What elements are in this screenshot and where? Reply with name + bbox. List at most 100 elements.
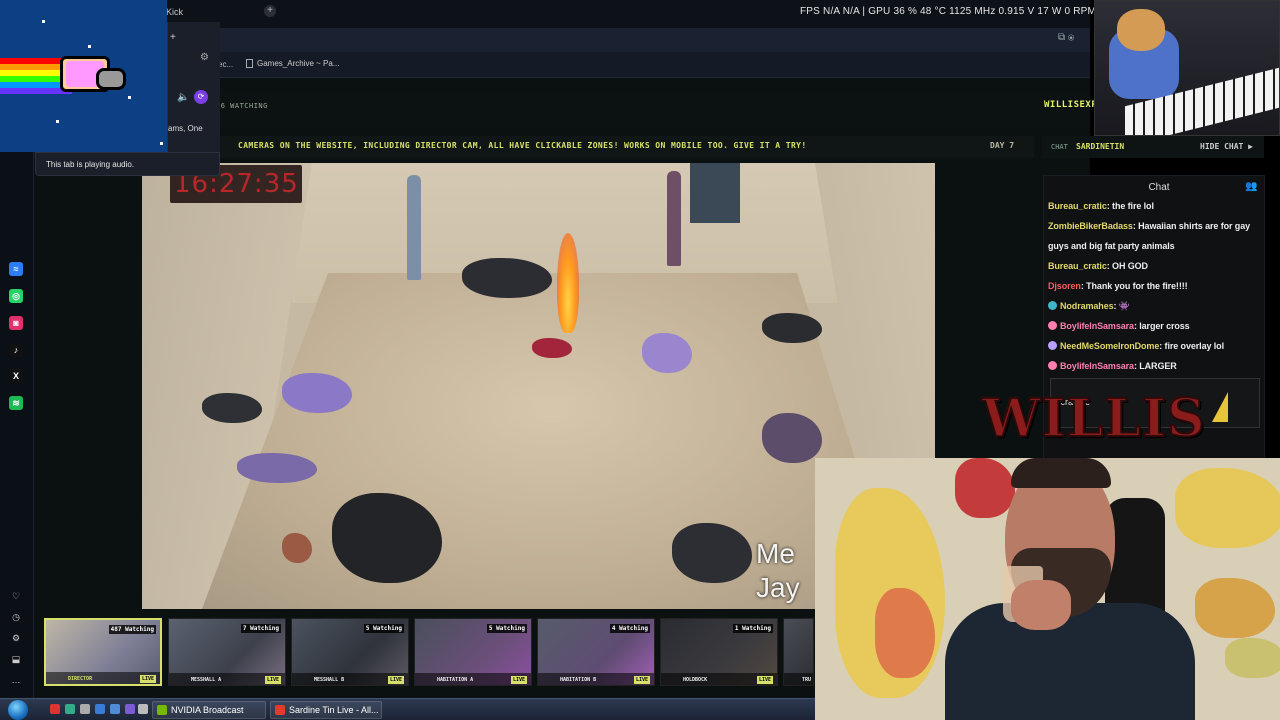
trash-bag	[202, 393, 262, 423]
chat-username[interactable]: BoylifeInSamsara	[1060, 321, 1134, 331]
chat-title: Chat	[1148, 182, 1170, 193]
day-counter: DAY 7	[990, 141, 1015, 150]
star-icon	[128, 96, 131, 99]
chat-message: Bureau_cratic: the fire lol	[1048, 196, 1260, 216]
chat-badge-icon	[1048, 301, 1057, 310]
thumbnail-name: TRU	[802, 677, 812, 683]
live-badge: LIVE	[139, 675, 156, 683]
start-button[interactable]	[8, 700, 28, 720]
hide-chat-button[interactable]: HIDE CHAT ▶	[1200, 142, 1253, 151]
chat-username[interactable]: SARDINETIN	[1076, 142, 1124, 151]
taskbar-app-icon[interactable]	[80, 704, 90, 714]
streamer-hand	[1011, 580, 1071, 630]
thumbnail-director[interactable]: 487 Watching DIRECTOR LIVE	[44, 618, 162, 686]
taskbar-nvidia-broadcast[interactable]: NVIDIA Broadcast	[152, 701, 266, 719]
announcement-text: CAMERAS ON THE WEBSITE, INCLUDING DIRECT…	[238, 141, 807, 150]
thumbnail-name: MESSHALL B	[314, 677, 345, 683]
chat-username[interactable]: Bureau_cratic	[1048, 201, 1107, 211]
person-figure	[407, 175, 421, 280]
thumbnail-watching: 5 Watching	[486, 624, 527, 633]
chat-text: Thank you for the fire!!!!	[1086, 281, 1188, 291]
gpu-stats-overlay: FPS N/A N/A | GPU 36 % 48 °C 1125 MHz 0.…	[800, 6, 1097, 17]
browser-icon	[275, 705, 285, 715]
taskbar-app-icon[interactable]	[50, 704, 60, 714]
map-continent	[1175, 468, 1280, 548]
tiktok-icon[interactable]: ♪	[9, 343, 23, 357]
address-bar-icons[interactable]: ⧉ ⦿	[1058, 32, 1074, 43]
taskbar-app-icon[interactable]	[125, 704, 135, 714]
willis-logo: WILLIS	[981, 387, 1206, 450]
thumbnail-partial[interactable]: TRU	[783, 618, 814, 686]
x-icon[interactable]: X	[9, 369, 23, 383]
thumbnail-name: HOLDBOCK	[683, 677, 708, 683]
trash-bag	[462, 258, 552, 298]
tab-hover-text: ams, One	[168, 124, 203, 133]
tab-preview-nyan-cat	[0, 0, 167, 152]
map-continent	[1225, 638, 1280, 678]
viewer-count: 16 WATCHING	[216, 102, 268, 110]
purple-fabric	[282, 373, 352, 413]
tab-label-partial[interactable]: Kick	[166, 7, 183, 17]
thumbnail-messhall-a[interactable]: 7 Watching MESSHALL A LIVE	[168, 618, 286, 686]
settings-icon[interactable]: ⚙	[9, 631, 23, 645]
chat-users-icon[interactable]: 👥	[1245, 181, 1257, 192]
plus-icon[interactable]: +	[170, 32, 176, 43]
thumbnail-habitation-b[interactable]: 4 Watching HABITATION B LIVE	[537, 618, 655, 686]
chat-username[interactable]: ZombieBikerBadass	[1048, 221, 1133, 231]
overlay-line: Me	[756, 538, 795, 569]
bookmark-item[interactable]: ec...	[218, 60, 233, 69]
chat-text: OH GOD	[1112, 261, 1148, 271]
chat-username[interactable]: NeedMeSomeIronDome	[1060, 341, 1159, 351]
more-icon[interactable]: …	[9, 673, 23, 687]
taskbar-app-icon[interactable]	[65, 704, 75, 714]
live-badge: LIVE	[264, 676, 281, 684]
star-icon	[56, 120, 59, 123]
chat-text: 👾	[1118, 301, 1130, 311]
chat-username[interactable]: Bureau_cratic	[1048, 261, 1107, 271]
chat-message: Nodramahes: 👾	[1048, 296, 1260, 316]
chat-message: NeedMeSomeIronDome: fire overlay lol	[1048, 336, 1260, 356]
messenger-icon[interactable]: ≈	[9, 262, 23, 276]
fire	[557, 233, 579, 333]
history-icon[interactable]: ◷	[9, 610, 23, 624]
chat-text: LARGER	[1139, 361, 1177, 371]
chat-username[interactable]: Djsoren	[1048, 281, 1081, 291]
chat-header-label: CHAT	[1051, 143, 1068, 151]
gear-icon[interactable]: ⚙	[200, 52, 209, 63]
document-icon	[246, 59, 253, 68]
bookmark-games-archive[interactable]: Games_Archive ~ Pa...	[246, 59, 339, 68]
taskbar-app-icon[interactable]	[138, 704, 148, 714]
person-figure	[667, 171, 681, 266]
taskbar-sardine-tin-live[interactable]: Sardine Tin Live - All...	[270, 701, 382, 719]
red-fabric	[532, 338, 572, 358]
bookmark-label: Games_Archive ~ Pa...	[257, 59, 340, 68]
thumbnail-name: MESSHALL A	[191, 677, 222, 683]
new-tab-button[interactable]: +	[264, 5, 276, 17]
thumbnail-name: HABITATION A	[437, 677, 474, 683]
star-icon	[88, 45, 91, 48]
cast-icon[interactable]: ⟳	[194, 90, 208, 104]
thumbnail-messhall-b[interactable]: 5 Watching MESSHALL B LIVE	[291, 618, 409, 686]
chat-message: ZombieBikerBadass: Hawaiian shirts are f…	[1048, 216, 1260, 256]
heart-icon[interactable]: ♡	[9, 589, 23, 603]
chat-text: larger cross	[1139, 321, 1190, 331]
site-logo[interactable]: WILLISEXP	[1044, 100, 1097, 110]
speaker-icon[interactable]: 🔈	[177, 92, 189, 103]
instagram-icon[interactable]: ◙	[9, 316, 23, 330]
whatsapp-icon[interactable]: ◎	[9, 289, 23, 303]
thumbnail-watching: 7 Watching	[240, 624, 281, 633]
streamer-body	[945, 603, 1195, 720]
camera-thumbnails: 487 Watching DIRECTOR LIVE 7 Watching ME…	[44, 618, 814, 690]
chat-badge-icon	[1048, 321, 1057, 330]
chat-username[interactable]: BoylifeInSamsara	[1060, 361, 1134, 371]
thumbnail-holdbock[interactable]: 1 Watching HOLDBOCK LIVE	[660, 618, 778, 686]
spotify-icon[interactable]: ≋	[9, 396, 23, 410]
taskbar-app-icon[interactable]	[110, 704, 120, 714]
extensions-icon[interactable]: ⬓	[9, 652, 23, 666]
chat-username[interactable]: Nodramahes	[1060, 301, 1114, 311]
nyan-cat-head	[96, 68, 126, 90]
thumbnail-habitation-a[interactable]: 5 Watching HABITATION A LIVE	[414, 618, 532, 686]
taskbar-task-label: NVIDIA Broadcast	[171, 705, 244, 715]
taskbar-app-icon[interactable]	[95, 704, 105, 714]
cat-head	[1117, 9, 1165, 51]
